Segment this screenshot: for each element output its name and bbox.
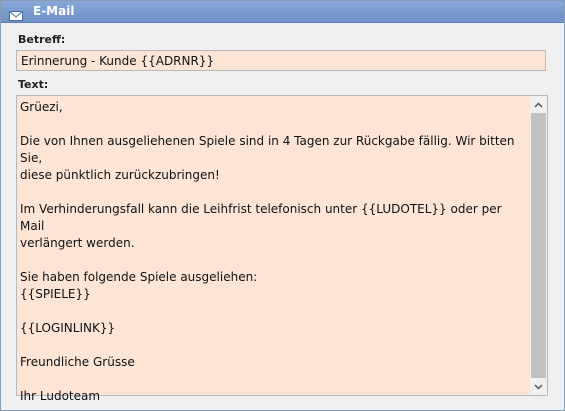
window-title: E-Mail [33, 4, 75, 18]
scroll-thumb[interactable] [531, 113, 546, 378]
message-line [20, 337, 528, 354]
subject-label: Betreff: [18, 33, 66, 46]
message-line [20, 116, 528, 133]
text-label: Text: [18, 78, 49, 91]
chevron-up-icon [534, 101, 543, 108]
message-line: Freundliche Grüsse [20, 355, 135, 369]
message-text[interactable]: Grüezi, Die von Ihnen ausgeliehenen Spie… [20, 99, 528, 405]
chevron-down-icon [534, 383, 543, 390]
message-line: {{SPIELE}} [20, 287, 91, 301]
message-line: verlängert werden. [20, 236, 135, 250]
message-line: Die von Ihnen ausgeliehenen Spiele sind … [20, 134, 519, 165]
message-line [20, 303, 528, 320]
envelope-icon [9, 6, 23, 21]
message-line: {{LOGINLINK}} [20, 321, 116, 335]
message-line [20, 371, 528, 388]
email-window: E-Mail Betreff: Erinnerung - Kunde {{ADR… [0, 0, 565, 411]
message-line: Ihr Ludoteam [20, 389, 101, 403]
message-line: Sie haben folgende Spiele ausgeliehen: [20, 270, 258, 284]
message-textarea[interactable]: Grüezi, Die von Ihnen ausgeliehenen Spie… [16, 95, 548, 403]
message-line [20, 184, 528, 201]
scroll-down-button[interactable] [530, 378, 547, 395]
title-bar: E-Mail [1, 1, 564, 23]
message-line: Grüezi, [20, 100, 63, 114]
message-line: Im Verhinderungsfall kann die Leihfrist … [20, 202, 506, 233]
message-line [20, 252, 528, 269]
message-line: diese pünktlich zurückzubringen! [20, 168, 220, 182]
vertical-scrollbar[interactable] [530, 96, 547, 395]
subject-field[interactable]: Erinnerung - Kunde {{ADRNR}} [16, 50, 546, 71]
scroll-up-button[interactable] [530, 96, 547, 113]
